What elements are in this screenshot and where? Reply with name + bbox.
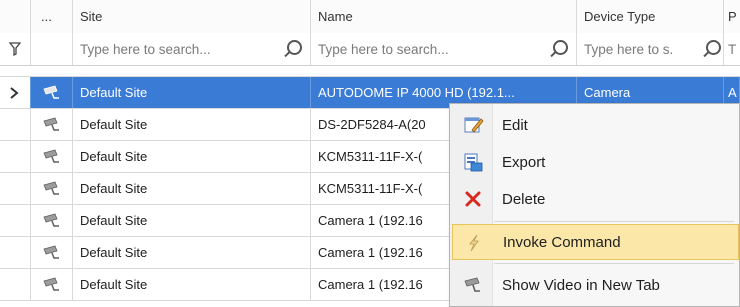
camera-icon	[43, 149, 59, 163]
device-type-search-placeholder: Type here to s.	[584, 41, 674, 57]
menu-item-edit[interactable]: Edit	[452, 107, 739, 143]
device-icon-cell	[31, 141, 73, 172]
menu-item-label: Invoke Command	[503, 233, 621, 251]
camera-icon	[43, 245, 59, 259]
camera-icon	[43, 277, 59, 291]
site-cell: Default Site	[73, 77, 311, 108]
menu-item-label: Export	[502, 153, 546, 171]
menu-item-label: Edit	[502, 116, 528, 134]
device-icon-cell	[31, 77, 73, 108]
menu-item-delete[interactable]: Delete	[452, 181, 739, 217]
device-icon-cell	[31, 269, 73, 300]
site-cell: Default Site	[73, 269, 311, 300]
search-icon	[553, 40, 568, 55]
site-cell: Default Site	[73, 173, 311, 204]
row-indicator[interactable]	[0, 173, 31, 204]
menu-item-label: Delete	[502, 190, 546, 208]
camera-icon	[43, 85, 59, 99]
menu-item-show-video[interactable]: Show Video in New Tab	[452, 267, 739, 303]
camera-icon	[43, 213, 59, 227]
camera-icon	[43, 181, 59, 195]
device-icon-cell	[31, 173, 73, 204]
row-indicator[interactable]	[0, 109, 31, 140]
menu-item-export[interactable]: Export	[452, 144, 739, 180]
search-icon	[706, 40, 721, 55]
menu-item-label: Show Video in New Tab	[502, 276, 660, 294]
menu-separator	[494, 221, 734, 222]
column-header-name[interactable]: Name	[311, 0, 577, 33]
filter-row: Type here to search... Type here to sear…	[0, 33, 740, 66]
site-search-placeholder: Type here to search...	[80, 41, 211, 57]
column-header-row: ... Site Name Device Type P	[0, 0, 740, 34]
camera-icon	[43, 117, 59, 131]
row-indicator[interactable]	[0, 237, 31, 268]
p-search-input[interactable]: T	[724, 33, 740, 65]
column-header-p[interactable]: P	[724, 0, 740, 33]
device-icon-cell	[31, 237, 73, 268]
row-indicator[interactable]	[0, 141, 31, 172]
menu-separator	[494, 263, 734, 264]
edit-icon	[464, 117, 484, 133]
column-header-site[interactable]: Site	[73, 0, 311, 33]
name-search-input[interactable]: Type here to search...	[311, 33, 577, 65]
lightning-icon	[469, 234, 479, 252]
filter-icon	[0, 33, 31, 65]
site-cell: Default Site	[73, 141, 311, 172]
row-indicator-header	[0, 0, 31, 33]
site-search-input[interactable]: Type here to search...	[73, 33, 311, 65]
site-cell: Default Site	[73, 237, 311, 268]
filter-separator	[0, 66, 740, 77]
menu-item-invoke-command[interactable]: Invoke Command	[452, 224, 739, 260]
export-icon	[464, 153, 483, 172]
name-search-placeholder: Type here to search...	[318, 41, 449, 57]
site-cell: Default Site	[73, 109, 311, 140]
search-icon	[287, 40, 302, 55]
device-icon-cell	[31, 205, 73, 236]
row-indicator[interactable]	[0, 205, 31, 236]
camera-icon	[464, 277, 480, 292]
device-icon-cell	[31, 109, 73, 140]
device-type-search-input[interactable]: Type here to s.	[577, 33, 724, 65]
context-menu: Edit Export Delete Invoke Command Show V…	[449, 103, 740, 307]
row-indicator[interactable]	[0, 269, 31, 300]
site-cell: Default Site	[73, 205, 311, 236]
row-indicator[interactable]	[0, 77, 31, 108]
column-header-device-type[interactable]: Device Type	[577, 0, 724, 33]
delete-icon	[465, 191, 481, 207]
column-header-more[interactable]: ...	[31, 0, 73, 33]
